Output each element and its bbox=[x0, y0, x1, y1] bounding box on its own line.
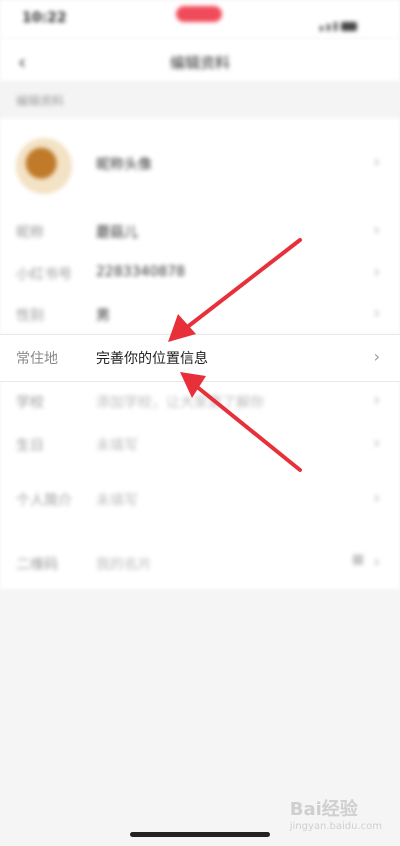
row-nickname-value: 蘑菇儿 bbox=[96, 225, 138, 241]
row-school[interactable]: 学校 添加学校，让大家更了解你 › bbox=[0, 380, 400, 423]
row-id-value: 2283340878 bbox=[96, 264, 186, 280]
row-gender-label: 性别 bbox=[16, 308, 44, 324]
row-bio-value: 未填写 bbox=[96, 493, 138, 509]
row-gender[interactable]: 性别 男 › bbox=[0, 294, 400, 335]
chevron-right-icon: › bbox=[373, 152, 380, 171]
row-location-value: 完善你的位置信息 bbox=[96, 351, 208, 367]
chevron-right-icon: › bbox=[373, 262, 380, 281]
chevron-right-icon: › bbox=[373, 488, 380, 507]
row-avatar[interactable]: 昵称头像 › bbox=[0, 118, 400, 211]
row-id[interactable]: 小红书号 2283340878 › bbox=[0, 252, 400, 295]
row-birthday-value: 未填写 bbox=[96, 438, 138, 454]
chevron-right-icon: › bbox=[373, 303, 380, 322]
qrcode-icon: ▦ bbox=[351, 552, 364, 567]
section-header-label: 编辑资料 bbox=[16, 94, 65, 108]
watermark: Bai经验 jingyan.baidu.com bbox=[290, 795, 382, 832]
avatar[interactable] bbox=[16, 138, 72, 194]
chevron-right-icon: › bbox=[373, 433, 380, 452]
watermark-logo: Bai经验 bbox=[289, 799, 358, 820]
status-bar: 10:22 bbox=[0, 0, 400, 38]
row-bio-label: 个人简介 bbox=[16, 493, 72, 509]
row-qrcode-value: 我的名片 bbox=[96, 557, 152, 573]
recording-indicator bbox=[176, 6, 222, 22]
chevron-right-icon: › bbox=[373, 552, 380, 571]
home-indicator[interactable] bbox=[130, 832, 270, 837]
row-gender-value: 男 bbox=[96, 308, 110, 324]
chevron-right-icon: › bbox=[373, 390, 380, 409]
row-nickname[interactable]: 昵称 蘑菇儿 › bbox=[0, 210, 400, 253]
row-qrcode[interactable]: 二维码 我的名片 ▦ › bbox=[0, 538, 400, 590]
row-location[interactable]: 常住地 完善你的位置信息 › bbox=[0, 334, 400, 382]
signal-icons bbox=[320, 12, 380, 31]
chevron-right-icon: › bbox=[373, 347, 380, 366]
chevron-right-icon: › bbox=[373, 220, 380, 239]
nav-bar: ‹ 编辑资料 bbox=[0, 38, 400, 82]
row-school-value: 添加学校，让大家更了解你 bbox=[96, 395, 264, 411]
watermark-url: jingyan.baidu.com bbox=[289, 821, 382, 832]
row-nickname-label: 昵称 bbox=[16, 225, 44, 241]
row-location-label: 常住地 bbox=[16, 351, 58, 367]
row-id-label: 小红书号 bbox=[16, 267, 72, 283]
row-avatar-value: 昵称头像 bbox=[96, 157, 152, 173]
row-birthday[interactable]: 生日 未填写 › bbox=[0, 422, 400, 467]
row-birthday-label: 生日 bbox=[16, 438, 44, 454]
section-header: 编辑资料 bbox=[0, 82, 400, 118]
row-bio[interactable]: 个人简介 未填写 › bbox=[0, 466, 400, 539]
row-qrcode-label: 二维码 bbox=[16, 557, 58, 573]
status-time: 10:22 bbox=[22, 10, 67, 26]
page-title: 编辑资料 bbox=[169, 54, 230, 72]
row-school-label: 学校 bbox=[16, 395, 44, 411]
